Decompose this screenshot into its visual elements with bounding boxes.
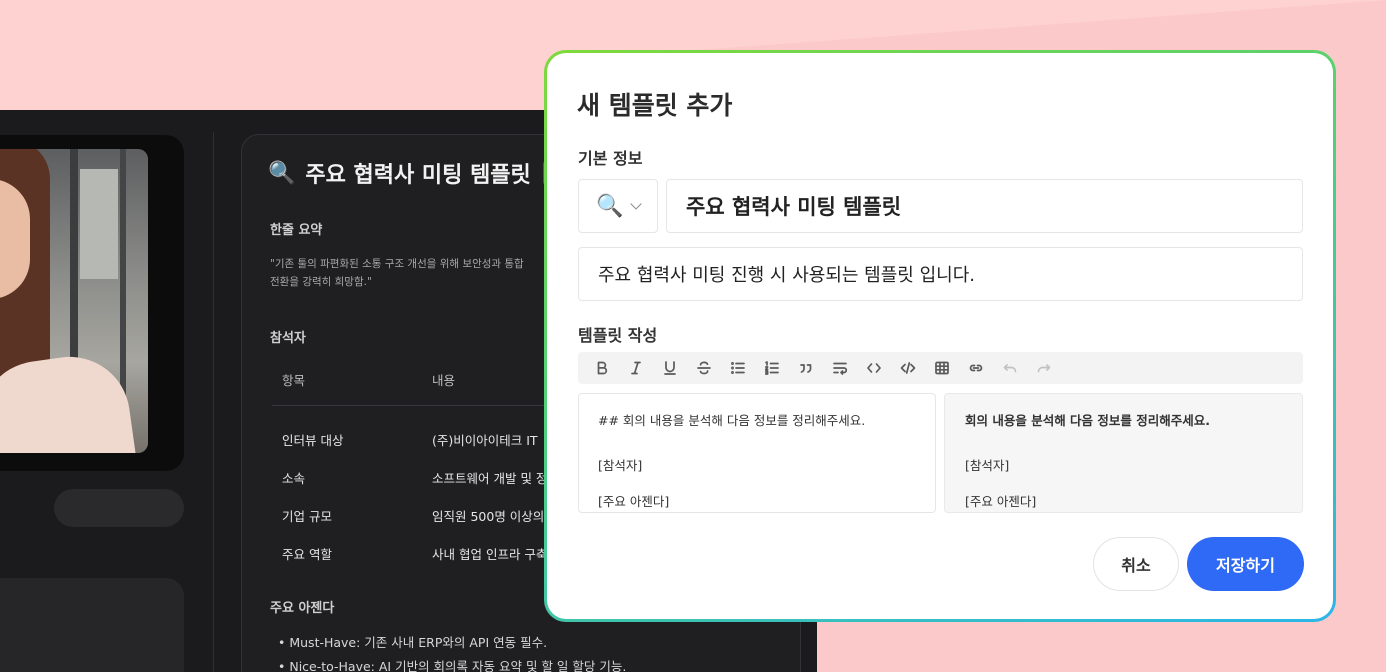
template-name-input[interactable]: 주요 협력사 미팅 템플릿: [666, 179, 1303, 233]
chevron-down-icon: [630, 198, 642, 210]
code-block-icon[interactable]: [896, 357, 919, 380]
agenda-item: • Nice-to-Have: AI 기반의 회의록 자동 요약 및 할 일 할…: [278, 659, 627, 672]
meeting-card-title-row: 🔍 주요 협력사 미팅 템플릿: [268, 157, 557, 189]
wrap-text-icon[interactable]: [828, 357, 851, 380]
table-cell-value: 소프트웨어 개발 및 정: [432, 471, 548, 486]
summary-label: 한줄 요약: [270, 223, 323, 238]
code-icon[interactable]: [862, 357, 885, 380]
summary-quote-line: "기존 툴의 파편화된 소통 구조 개선을 위해 보안성과 통합: [270, 258, 524, 270]
magnifier-icon: 🔍: [268, 160, 296, 186]
ordered-list-icon[interactable]: [760, 357, 783, 380]
table-cell-value: 임직원 500명 이상의: [432, 509, 545, 524]
summary-quote: "기존 툴의 파편화된 소통 구조 개선을 위해 보안성과 통합 전환을 강력히…: [270, 255, 560, 291]
table-header-item: 항목: [282, 373, 306, 388]
table-cell-value: (주)비이아이테크 IT: [432, 433, 538, 448]
editor-line: [주요 아젠다]: [598, 494, 670, 509]
italic-icon[interactable]: [624, 357, 647, 380]
cancel-button[interactable]: 취소: [1093, 537, 1179, 591]
editor-toolbar: [578, 352, 1303, 384]
table-cell-key: 소속: [282, 471, 306, 486]
table-cell-value: 사내 협업 인프라 구축: [432, 547, 548, 562]
panel-divider: [213, 132, 214, 672]
meeting-card-title: 주요 협력사 미팅 템플릿: [305, 163, 531, 188]
modal-title: 새 템플릿 추가: [577, 91, 733, 120]
preview-line: [참석자]: [965, 458, 1010, 473]
side-card: [0, 578, 184, 672]
strikethrough-icon[interactable]: [692, 357, 715, 380]
template-description-input[interactable]: 주요 협력사 미팅 진행 시 사용되는 템플릿 입니다.: [578, 247, 1303, 301]
basic-info-label: 기본 정보: [578, 149, 643, 168]
video-control-pill[interactable]: [54, 489, 184, 527]
video-frame: [0, 135, 184, 471]
compose-label: 템플릿 작성: [578, 326, 658, 345]
new-template-modal: 새 템플릿 추가 기본 정보 🔍 주요 협력사 미팅 템플릿 주요 협력사 미팅…: [544, 50, 1336, 622]
underline-icon[interactable]: [658, 357, 681, 380]
modal-body: 새 템플릿 추가 기본 정보 🔍 주요 협력사 미팅 템플릿 주요 협력사 미팅…: [547, 53, 1333, 619]
editor-line: [참석자]: [598, 458, 643, 473]
preview-line: [주요 아젠다]: [965, 494, 1037, 509]
markdown-preview: 회의 내용을 분석해 다음 정보를 정리해주세요. [참석자] [주요 아젠다]: [944, 393, 1303, 513]
editor-line: ## 회의 내용을 분석해 다음 정보를 정리해주세요.: [598, 413, 866, 428]
summary-quote-line: 전환을 강력히 희망함.": [270, 276, 372, 288]
agenda-label: 주요 아젠다: [270, 601, 335, 616]
redo-icon[interactable]: [1032, 357, 1055, 380]
quote-icon[interactable]: [794, 357, 817, 380]
emoji-picker[interactable]: 🔍: [578, 179, 658, 233]
table-header-content: 내용: [432, 373, 456, 388]
link-icon[interactable]: [964, 357, 987, 380]
bold-icon[interactable]: [590, 357, 613, 380]
bullet-list-icon[interactable]: [726, 357, 749, 380]
table-cell-key: 인터뷰 대상: [282, 433, 344, 448]
markdown-editor[interactable]: ## 회의 내용을 분석해 다음 정보를 정리해주세요. [참석자] [주요 아…: [578, 393, 936, 513]
magnifier-icon: 🔍: [596, 193, 624, 219]
preview-line: 회의 내용을 분석해 다음 정보를 정리해주세요.: [965, 413, 1211, 428]
save-button[interactable]: 저장하기: [1187, 537, 1304, 591]
table-cell-key: 주요 역할: [282, 547, 332, 562]
table-cell-key: 기업 규모: [282, 509, 332, 524]
undo-icon[interactable]: [998, 357, 1021, 380]
table-icon[interactable]: [930, 357, 953, 380]
agenda-item: • Must-Have: 기존 사내 ERP와의 API 연동 필수.: [278, 635, 548, 650]
participant-video[interactable]: [0, 149, 148, 453]
attendees-label: 참석자: [270, 331, 306, 346]
